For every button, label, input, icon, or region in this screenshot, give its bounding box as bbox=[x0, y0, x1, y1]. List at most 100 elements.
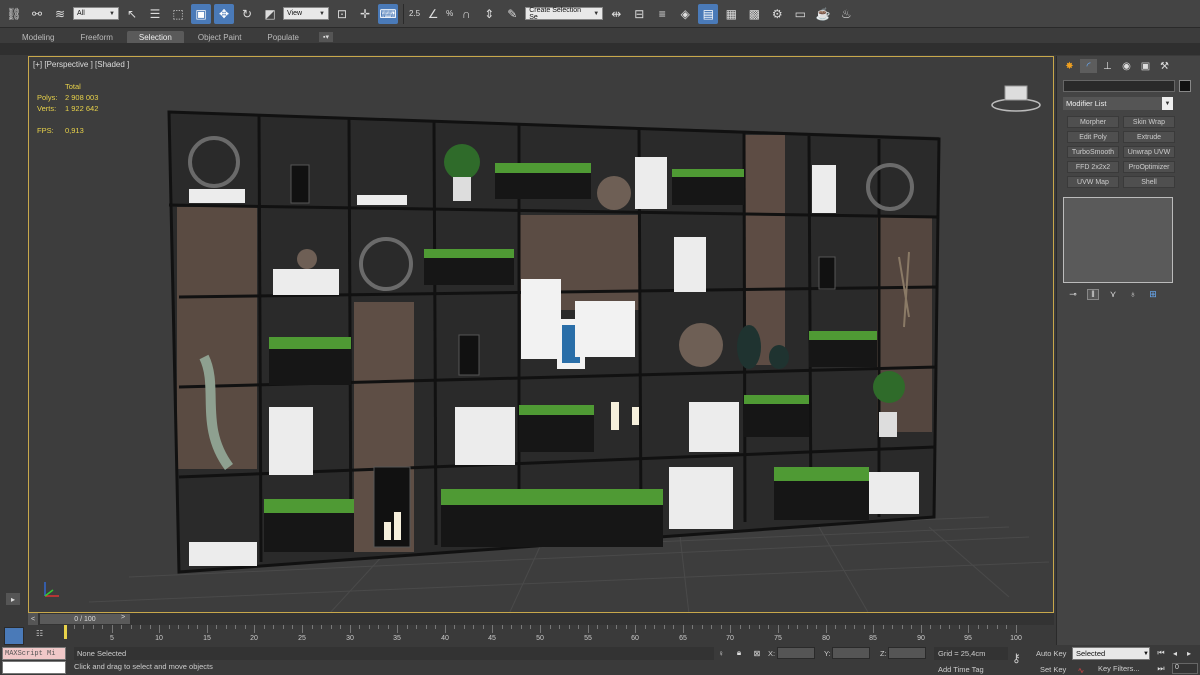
modifier-button-extrude[interactable]: Extrude bbox=[1123, 131, 1175, 143]
modifier-button-uvw-map[interactable]: UVW Map bbox=[1067, 176, 1119, 188]
modify-tab-icon[interactable]: ◜ bbox=[1080, 59, 1097, 73]
chevron-down-icon[interactable]: ▼ bbox=[1162, 97, 1173, 110]
display-tab-icon[interactable]: ▣ bbox=[1137, 59, 1154, 73]
tab-object-paint[interactable]: Object Paint bbox=[186, 31, 254, 43]
key-icon[interactable]: ⚷ bbox=[1012, 651, 1021, 665]
modifier-button-edit-poly[interactable]: Edit Poly bbox=[1067, 131, 1119, 143]
ref-coord-dropdown[interactable]: View ▼ bbox=[283, 7, 329, 20]
default-in-out-tangent-icon[interactable]: ∿ bbox=[1076, 665, 1086, 675]
curve-editor-icon[interactable]: ▤ bbox=[698, 3, 719, 24]
ribbon-icon[interactable]: ◈ bbox=[675, 4, 695, 24]
percent-snap-icon[interactable]: ∩ bbox=[456, 4, 476, 24]
snap-percent-value[interactable]: % bbox=[446, 9, 453, 18]
window-crossing-icon[interactable]: ▣ bbox=[191, 3, 211, 24]
isolate-icon[interactable]: ♀ bbox=[716, 648, 726, 658]
select-move-icon[interactable]: ✥ bbox=[214, 3, 234, 24]
render-setup-icon[interactable]: ⚙ bbox=[767, 4, 787, 24]
tab-populate[interactable]: Populate bbox=[255, 31, 311, 43]
play-icon[interactable]: ▸ bbox=[1184, 648, 1194, 658]
hierarchy-tab-icon[interactable]: ⊥ bbox=[1099, 59, 1116, 73]
align-icon[interactable]: ⊟ bbox=[629, 4, 649, 24]
time-slider-thumb[interactable]: 0 / 100 bbox=[40, 614, 130, 624]
ribbon-options-button[interactable]: ▪▾ bbox=[319, 32, 334, 42]
maxscript-output[interactable] bbox=[2, 661, 66, 674]
keyboard-shortcut-icon[interactable]: ⌨ bbox=[378, 3, 398, 24]
viewcube-icon[interactable] bbox=[991, 83, 1041, 113]
viewport-label[interactable]: [+] [Perspective ] [Shaded ] bbox=[33, 60, 129, 69]
maxscript-listener-input[interactable]: MAXScript Mi bbox=[2, 647, 66, 660]
x-coord-field[interactable] bbox=[777, 647, 815, 659]
auto-key-button[interactable]: Auto Key bbox=[1036, 649, 1066, 658]
schematic-view-icon[interactable]: ▦ bbox=[721, 4, 741, 24]
modifier-button-skin-wrap[interactable]: Skin Wrap bbox=[1123, 116, 1175, 128]
ruler-tick bbox=[121, 625, 122, 629]
frame-ruler[interactable]: 5 10 15 20 25 30 35 40 45 50 55 60 65 70 75 80 85 90 95 100 bbox=[64, 625, 1024, 645]
add-time-tag[interactable]: Add Time Tag bbox=[938, 665, 984, 674]
modifier-list-dropdown[interactable]: Modifier List bbox=[1063, 97, 1173, 110]
key-filters-button[interactable]: Key Filters... bbox=[1098, 664, 1140, 673]
tab-modeling[interactable]: Modeling bbox=[10, 31, 66, 43]
layer-explorer-icon[interactable]: ≡ bbox=[652, 4, 672, 24]
lock-selection-icon[interactable]: 🔒︎ bbox=[734, 648, 744, 658]
remove-modifier-icon[interactable]: ♁ bbox=[1127, 289, 1139, 300]
time-slider-next-icon[interactable]: > bbox=[121, 614, 129, 624]
ruler-tick bbox=[940, 625, 941, 629]
select-scale-icon[interactable]: ◩ bbox=[260, 4, 280, 24]
modifier-button-ffd[interactable]: FFD 2x2x2 bbox=[1067, 161, 1119, 173]
key-mode-dropdown[interactable]: Selected ▼ bbox=[1072, 647, 1150, 660]
set-key-button[interactable]: Set Key bbox=[1040, 665, 1066, 674]
make-unique-icon[interactable]: ⋎ bbox=[1107, 289, 1119, 300]
selection-filter-dropdown[interactable]: All ▼ bbox=[73, 7, 119, 20]
configure-modifier-sets-icon[interactable]: ⊞ bbox=[1147, 289, 1159, 300]
current-frame-field[interactable]: 0 bbox=[1172, 663, 1198, 674]
pin-stack-icon[interactable]: ⊸ bbox=[1067, 289, 1079, 300]
modifier-button-turbosmooth[interactable]: TurboSmooth bbox=[1067, 146, 1119, 158]
utilities-tab-icon[interactable]: ⚒ bbox=[1156, 59, 1173, 73]
select-rotate-icon[interactable]: ↻ bbox=[237, 4, 257, 24]
tab-selection[interactable]: Selection bbox=[126, 31, 184, 43]
edit-named-sel-icon[interactable]: ✎ bbox=[502, 4, 522, 24]
render-icon[interactable]: ☕ bbox=[813, 4, 833, 24]
select-object-icon[interactable]: ↖ bbox=[122, 4, 142, 24]
track-bar[interactable]: ☷ 5 10 15 20 25 30 35 40 45 50 55 60 65 70 75 80 85 90 95 1… bbox=[0, 625, 1030, 645]
prev-frame-icon[interactable]: ◂ bbox=[1170, 648, 1180, 658]
perspective-viewport[interactable]: [+] [Perspective ] [Shaded ] Total Polys… bbox=[28, 56, 1054, 613]
absolute-mode-icon[interactable]: ⊠ bbox=[752, 648, 762, 658]
modifier-stack[interactable] bbox=[1063, 197, 1173, 283]
select-by-name-icon[interactable]: ☰ bbox=[145, 4, 165, 24]
y-coord-field[interactable] bbox=[832, 647, 870, 659]
create-tab-icon[interactable]: ✸ bbox=[1061, 59, 1078, 73]
modifier-button-morpher[interactable]: Morpher bbox=[1067, 116, 1119, 128]
rendered-frame-icon[interactable]: ▭ bbox=[790, 4, 810, 24]
modifier-button-unwrap-uvw[interactable]: Unwrap UVW bbox=[1123, 146, 1175, 158]
material-editor-icon[interactable]: ▩ bbox=[744, 4, 764, 24]
snap-angle-value[interactable]: 2.5 bbox=[409, 9, 420, 18]
angle-snap-icon[interactable]: ∠ bbox=[423, 4, 443, 24]
tab-freeform[interactable]: Freeform bbox=[68, 31, 124, 43]
unlink-icon[interactable]: ⚯ bbox=[27, 4, 47, 24]
mirror-icon[interactable]: ⇹ bbox=[606, 4, 626, 24]
bind-spacewarp-icon[interactable]: ≋ bbox=[50, 4, 70, 24]
time-slider-prev-icon[interactable]: < bbox=[28, 613, 38, 625]
track-filter-icon[interactable]: ☷ bbox=[36, 629, 48, 639]
time-slider[interactable]: < 0 / 100 > bbox=[28, 613, 1054, 625]
render-production-icon[interactable]: ♨ bbox=[836, 4, 856, 24]
modifier-button-prooptimizer[interactable]: ProOptimizer bbox=[1123, 161, 1175, 173]
goto-start-icon[interactable]: ⏮ bbox=[1156, 648, 1166, 658]
object-color-swatch[interactable] bbox=[1179, 80, 1191, 92]
link-icon[interactable]: ⛓ bbox=[4, 4, 24, 24]
rect-region-icon[interactable]: ⬚ bbox=[168, 4, 188, 24]
object-name-field[interactable] bbox=[1063, 80, 1175, 92]
show-end-result-icon[interactable]: ‖ bbox=[1087, 288, 1099, 300]
goto-end-icon[interactable]: ⏭ bbox=[1156, 664, 1166, 674]
spinner-snap-icon[interactable]: ⇕ bbox=[479, 4, 499, 24]
use-pivot-icon[interactable]: ⊡ bbox=[332, 4, 352, 24]
select-manipulate-icon[interactable]: ✛ bbox=[355, 4, 375, 24]
playhead[interactable] bbox=[64, 625, 67, 639]
z-coord-field[interactable] bbox=[888, 647, 926, 659]
motion-tab-icon[interactable]: ◉ bbox=[1118, 59, 1135, 73]
expand-arrow-icon[interactable]: ▸ bbox=[6, 593, 20, 605]
mini-curve-editor-icon[interactable] bbox=[4, 627, 24, 645]
modifier-button-shell[interactable]: Shell bbox=[1123, 176, 1175, 188]
named-selection-dropdown[interactable]: Create Selection Se ▼ bbox=[525, 7, 604, 21]
